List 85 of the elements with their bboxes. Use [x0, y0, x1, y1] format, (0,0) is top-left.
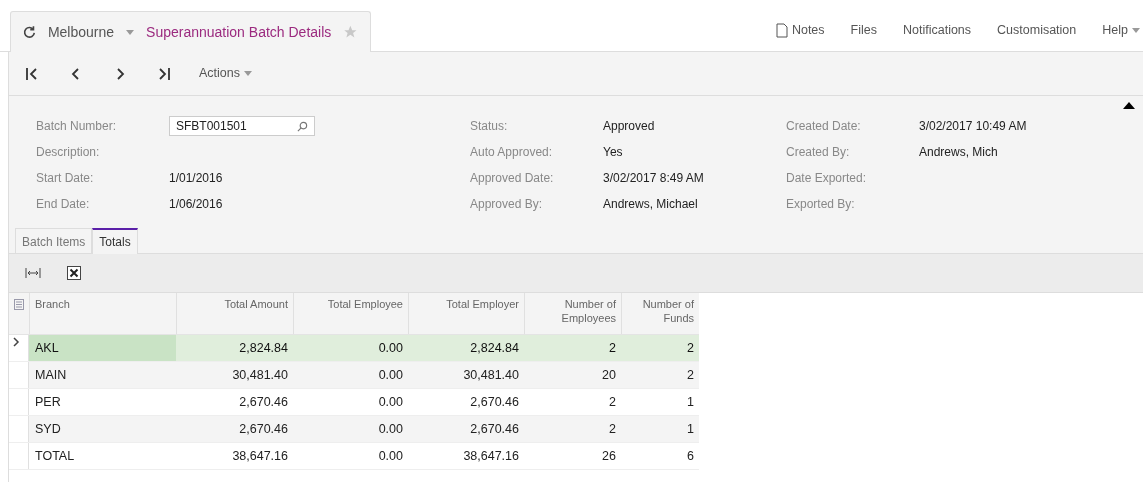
- collapse-icon[interactable]: [1123, 102, 1135, 109]
- table-cell-text: 2: [608, 339, 617, 357]
- table-cell-text: 1: [686, 420, 695, 438]
- field-value: Yes: [603, 144, 623, 161]
- field-label: Created Date:: [786, 118, 862, 135]
- table-cell-text: 2: [608, 420, 617, 438]
- caret-icon: [126, 29, 135, 35]
- field-label: Start Date:: [36, 170, 95, 187]
- column-header: Total Amount: [176, 293, 293, 334]
- table-cell-text: 2,670.46: [238, 393, 289, 411]
- chevron-right-icon: [13, 337, 20, 347]
- field-label: Auto Approved:: [470, 144, 554, 161]
- table-cell-text: 2,670.46: [469, 393, 520, 411]
- field-value: 1/01/2016: [169, 170, 223, 187]
- table-cell-text: 0.00: [377, 366, 404, 384]
- first-page-icon[interactable]: [25, 66, 39, 81]
- company-selector[interactable]: Melbourne: [47, 21, 135, 43]
- top-link[interactable]: Files: [850, 21, 877, 40]
- table-cell-text: 0.00: [377, 420, 404, 438]
- table-cell-text: 0.00: [377, 393, 404, 411]
- field-label: Exported By:: [786, 196, 856, 213]
- caret-icon: [244, 71, 252, 76]
- table-row[interactable]: TOTAL 38,647.16 0.00 38,647.16 26 6: [9, 443, 699, 470]
- search-icon: [297, 120, 308, 132]
- table-cell-text: 2: [608, 393, 617, 411]
- tab[interactable]: Totals: [92, 228, 138, 254]
- top-link[interactable]: Customisation: [997, 21, 1077, 40]
- table-row[interactable]: MAIN 30,481.40 0.00 30,481.40 20 2: [9, 362, 699, 389]
- table-row[interactable]: SYD 2,670.46 0.00 2,670.46 2 1: [9, 416, 699, 443]
- table-cell-text: 38,647.16: [231, 447, 289, 465]
- column-header: Number of Employees: [524, 293, 621, 334]
- top-link[interactable]: Notifications: [903, 21, 972, 40]
- caret-icon: [1132, 28, 1140, 33]
- table-cell-text: 26: [601, 447, 617, 465]
- table-cell-text: 2: [686, 339, 695, 357]
- document-icon: [775, 23, 788, 38]
- fit-columns-icon[interactable]: [25, 267, 41, 279]
- field-value: 3/02/2017 10:49 AM: [919, 118, 1027, 135]
- field-label: Approved By:: [470, 196, 544, 213]
- field-label: Description:: [36, 144, 101, 161]
- field-value: Approved: [603, 118, 655, 135]
- table-cell-text: 6: [686, 447, 695, 465]
- refresh-icon[interactable]: [23, 25, 36, 39]
- table-cell-text: 30,481.40: [231, 366, 289, 384]
- star-icon[interactable]: [343, 24, 358, 40]
- table-cell-text: PER: [34, 393, 62, 411]
- table-cell-text: 1: [686, 393, 695, 411]
- field-value: Andrews, Michael: [603, 196, 698, 213]
- last-page-icon[interactable]: [157, 66, 171, 81]
- table-row[interactable]: AKL 2,824.84 0.00 2,824.84 2 2: [9, 335, 699, 362]
- table-cell-text: 2,670.46: [238, 420, 289, 438]
- field-label: Batch Number:: [36, 118, 118, 135]
- table-cell-text: TOTAL: [34, 447, 76, 465]
- table-cell-text: 0.00: [377, 447, 404, 465]
- help-menu[interactable]: Help: [1102, 21, 1140, 40]
- actions-menu[interactable]: Actions: [199, 64, 252, 83]
- column-header: Branch: [29, 293, 176, 334]
- column-header: Total Employer: [408, 293, 524, 334]
- table-cell-text: 38,647.16: [462, 447, 520, 465]
- table-cell-text: 20: [601, 366, 617, 384]
- table-cell-text: 2: [686, 366, 695, 384]
- field-label: End Date:: [36, 196, 91, 213]
- table-cell-text: 2,824.84: [238, 339, 289, 357]
- table-cell-text: 30,481.40: [462, 366, 520, 384]
- excel-export-icon[interactable]: [67, 266, 81, 280]
- table-cell-text: 2,824.84: [469, 339, 520, 357]
- field-label: Date Exported:: [786, 170, 868, 187]
- column-header: Number of Funds: [621, 293, 699, 334]
- table-cell-text: SYD: [34, 420, 62, 438]
- table-cell: AKL: [29, 335, 176, 361]
- field-label: Approved Date:: [470, 170, 555, 187]
- page-title: Superannuation Batch Details: [146, 22, 332, 42]
- table-cell-text: 0.00: [377, 339, 404, 357]
- field-label: Status:: [470, 118, 509, 135]
- field-label: Created By:: [786, 144, 851, 161]
- field-value: 1/06/2016: [169, 196, 223, 213]
- table-cell-text: MAIN: [34, 366, 68, 384]
- field-value: 3/02/2017 8:49 AM: [603, 170, 704, 187]
- table-row[interactable]: PER 2,670.46 0.00 2,670.46 2 1: [9, 389, 699, 416]
- top-link[interactable]: Notes: [775, 21, 825, 40]
- batch-number-field[interactable]: SFBT001501: [169, 116, 315, 136]
- field-value: Andrews, Mich: [919, 144, 998, 161]
- column-header: Total Employee: [293, 293, 408, 334]
- table-cell-text: 2,670.46: [469, 420, 520, 438]
- column-settings-icon[interactable]: [14, 299, 24, 310]
